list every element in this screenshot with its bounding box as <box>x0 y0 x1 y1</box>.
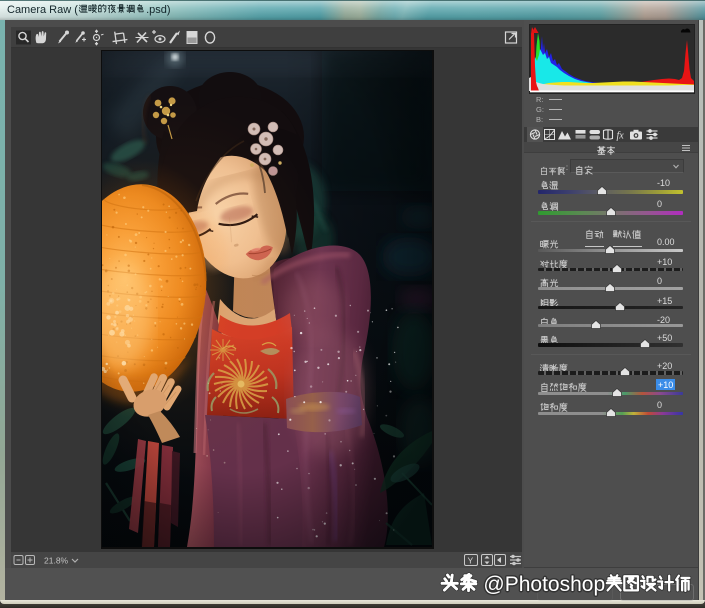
svg-text:Y: Y <box>468 556 474 566</box>
svg-text:fx: fx <box>617 131 625 142</box>
svg-text:21.8%: 21.8% <box>44 556 69 566</box>
